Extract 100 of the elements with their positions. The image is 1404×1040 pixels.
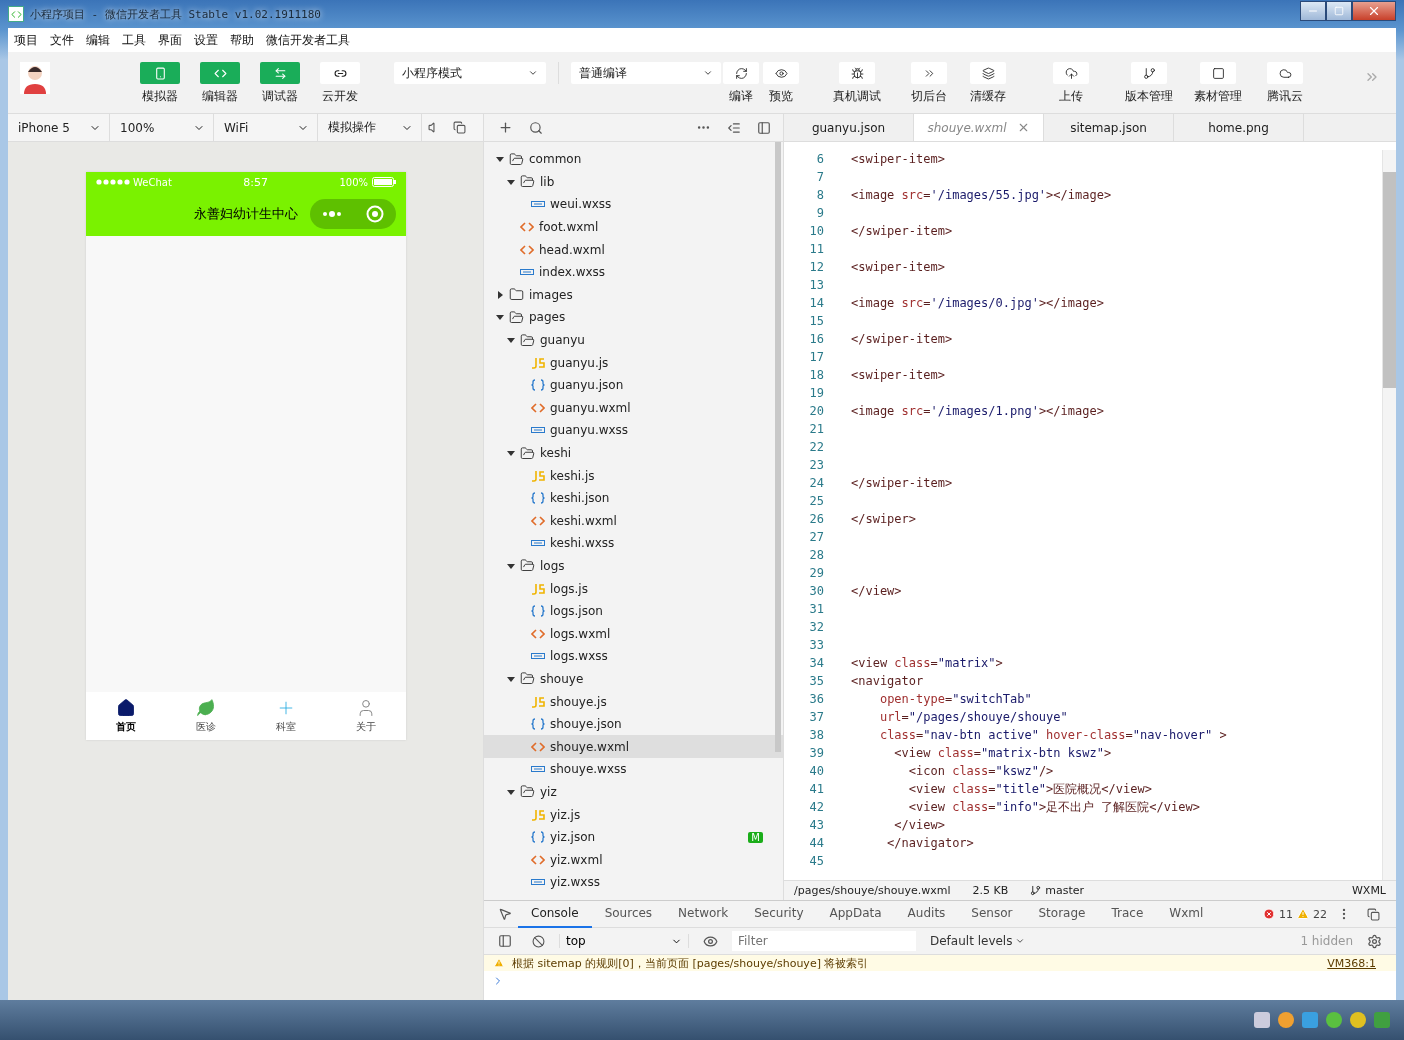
tab-bar-item[interactable]: 关于: [326, 692, 406, 740]
menu-item[interactable]: 工具: [122, 31, 146, 49]
toolbar-button[interactable]: 上传: [1033, 62, 1109, 105]
levels-dropdown[interactable]: Default levels: [924, 933, 1032, 949]
file-item[interactable]: shouye.wxss: [484, 758, 783, 781]
file-item[interactable]: guanyu.json: [484, 373, 783, 397]
file-item[interactable]: keshi.json: [484, 486, 783, 510]
line-number: 15: [808, 314, 824, 328]
devtools-tab[interactable]: Wxml: [1156, 900, 1217, 928]
folder-item[interactable]: guanyu: [484, 328, 783, 352]
view-toggle-button[interactable]: 模拟器: [130, 62, 190, 105]
toolbar-button[interactable]: 预览: [761, 62, 801, 105]
tab-bar-item[interactable]: 科室: [246, 692, 326, 740]
devtools-tab[interactable]: Sources: [591, 900, 666, 928]
file-item[interactable]: keshi.js: [484, 464, 783, 487]
eye-icon: [774, 66, 788, 80]
folder-icon: [520, 671, 535, 687]
maximize-button[interactable]: [1326, 1, 1352, 21]
devtools-tab[interactable]: Storage: [1025, 900, 1099, 928]
view-toggle-button[interactable]: 调试器: [250, 62, 310, 105]
editor-tab[interactable]: shouye.wxml: [914, 114, 1044, 141]
compile-dropdown[interactable]: 普通编译: [571, 62, 721, 84]
operation-dropdown[interactable]: 模拟操作: [318, 113, 422, 142]
file-item[interactable]: weui.wxss: [484, 193, 783, 216]
file-item[interactable]: guanyu.wxml: [484, 396, 783, 420]
network-dropdown[interactable]: WiFi: [214, 113, 318, 142]
file-item[interactable]: head.wxml: [484, 238, 783, 261]
avatar[interactable]: [20, 62, 50, 94]
tab-bar-item[interactable]: 首页: [86, 692, 166, 740]
file-item[interactable]: yiz.js: [484, 803, 783, 826]
folder-item[interactable]: yiz: [484, 780, 783, 804]
angle-brackets-icon: [531, 627, 545, 640]
file-item[interactable]: keshi.wxss: [484, 532, 783, 555]
file-item[interactable]: logs.json: [484, 599, 783, 623]
menu-item[interactable]: 设置: [194, 31, 218, 49]
devtools-tab[interactable]: Sensor: [958, 900, 1026, 928]
zoom-dropdown[interactable]: 100%: [110, 113, 214, 142]
menu-item[interactable]: 微信开发者工具: [266, 31, 350, 49]
menu-item[interactable]: 项目: [14, 31, 38, 49]
menu-item[interactable]: 界面: [158, 31, 182, 49]
file-item[interactable]: shouye.json: [484, 712, 783, 736]
file-item[interactable]: yiz.wxss: [484, 871, 783, 894]
file-item[interactable]: yiz.json M: [484, 825, 783, 849]
file-item[interactable]: index.wxss: [484, 260, 783, 284]
view-toggle-button[interactable]: 编辑器: [190, 62, 250, 105]
folder-item[interactable]: keshi: [484, 441, 783, 465]
file-item[interactable]: shouye.wxml: [484, 735, 783, 759]
script-file-icon: [531, 469, 545, 482]
line-number: 11: [808, 242, 824, 256]
file-item[interactable]: yiz.wxml: [484, 848, 783, 871]
branch-name: master: [1045, 884, 1084, 897]
message-text: 根据 sitemap 的规则[0]，当前页面 [pages/shouye/shouye] 将被索引: [512, 955, 869, 971]
menu-item[interactable]: 帮助: [230, 31, 254, 49]
file-item[interactable]: logs.wxss: [484, 645, 783, 668]
file-item[interactable]: shouye.js: [484, 690, 783, 713]
editor-tab[interactable]: home.png: [1174, 114, 1304, 141]
context-dropdown[interactable]: top: [559, 934, 689, 948]
view-toggle-button[interactable]: 云开发: [310, 62, 370, 105]
mode-dropdown[interactable]: 小程序模式: [394, 62, 546, 84]
toolbar-button[interactable]: 编译: [721, 62, 761, 105]
close-button[interactable]: [1352, 1, 1396, 21]
menu-item[interactable]: 文件: [50, 31, 74, 49]
toolbar-button[interactable]: 版本管理: [1117, 62, 1181, 105]
filter-field[interactable]: Filter: [732, 931, 916, 951]
folder-item[interactable]: lib: [484, 170, 783, 194]
branch-icon: [1030, 885, 1042, 896]
menu-item[interactable]: 编辑: [86, 31, 110, 49]
tab-bar-item[interactable]: 医诊: [166, 692, 246, 740]
file-item[interactable]: guanyu.js: [484, 351, 783, 374]
folder-item[interactable]: common: [484, 148, 783, 171]
toolbar-button[interactable]: 清缓存: [959, 62, 1017, 105]
file-item[interactable]: keshi.wxml: [484, 509, 783, 533]
toolbar-button[interactable]: 切后台: [901, 62, 957, 105]
warning-icon: [494, 958, 504, 968]
code-line: <image src='/images/1.png'></image>: [851, 404, 1104, 418]
file-item[interactable]: guanyu.wxss: [484, 419, 783, 442]
devtools-tab[interactable]: Trace: [1098, 900, 1157, 928]
language-label[interactable]: WXML: [1351, 884, 1386, 897]
file-item[interactable]: logs.wxml: [484, 622, 783, 646]
toolbar-button[interactable]: 素材管理: [1185, 62, 1251, 105]
minimize-button[interactable]: [1300, 1, 1326, 21]
file-item[interactable]: logs.js: [484, 577, 783, 600]
devtools-tab[interactable]: Network: [665, 900, 742, 928]
folder-item[interactable]: pages: [484, 306, 783, 329]
editor-tab[interactable]: sitemap.json: [1044, 114, 1174, 141]
more-icon: [322, 211, 342, 217]
devtools-tab[interactable]: Security: [741, 900, 817, 928]
devtools-tab[interactable]: Audits: [894, 900, 959, 928]
folder-item[interactable]: shouye: [484, 667, 783, 691]
folder-item[interactable]: logs: [484, 554, 783, 578]
toolbar-button[interactable]: 真机调试: [817, 62, 897, 105]
device-dropdown[interactable]: iPhone 5: [8, 113, 110, 142]
folder-item[interactable]: images: [484, 283, 783, 307]
source-link[interactable]: VM368:1: [1327, 956, 1376, 970]
line-number: 35: [808, 674, 824, 688]
code-line: <navigator: [851, 674, 924, 688]
file-item[interactable]: foot.wxml: [484, 215, 783, 239]
devtools-tab[interactable]: AppData: [816, 900, 895, 928]
toolbar-button[interactable]: 腾讯云: [1255, 62, 1315, 105]
line-number: 7: [815, 170, 824, 184]
